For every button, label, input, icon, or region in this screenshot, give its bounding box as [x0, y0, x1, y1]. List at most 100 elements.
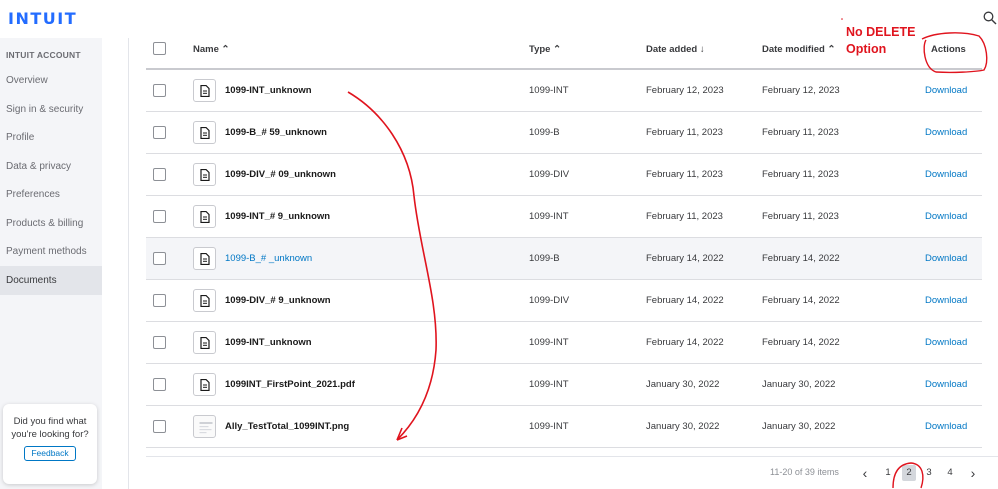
column-date-modified[interactable]: Date modified ⌃: [762, 30, 835, 70]
date-modified: January 30, 2022: [762, 379, 836, 390]
column-date-added[interactable]: Date added ↓: [646, 30, 705, 70]
table-row[interactable]: 1099-INT_# 9_unknown 1099-INT February 1…: [146, 196, 982, 238]
document-icon: [193, 205, 216, 228]
feedback-prompt: Did you find what you're looking for?: [11, 416, 89, 440]
date-modified: February 12, 2023: [762, 85, 840, 96]
document-icon: [193, 289, 216, 312]
file-type: 1099-INT: [529, 379, 569, 390]
table-row[interactable]: 1099-DIV_# 09_unknown 1099-DIV February …: [146, 154, 982, 196]
download-link[interactable]: Download: [925, 238, 967, 280]
date-added: January 30, 2022: [646, 379, 720, 390]
page-1[interactable]: 1: [884, 465, 892, 481]
date-added: February 14, 2022: [646, 295, 724, 306]
image-thumbnail-icon: [193, 415, 216, 438]
document-icon: [193, 121, 216, 144]
page-2-current[interactable]: 2: [902, 465, 916, 481]
file-type: 1099-DIV: [529, 295, 570, 306]
file-type: 1099-B: [529, 253, 560, 264]
date-modified: February 14, 2022: [762, 337, 840, 348]
table-row[interactable]: 1099-B_# 59_unknown 1099-B February 11, …: [146, 112, 982, 154]
sidebar-item-overview[interactable]: Overview: [0, 66, 102, 95]
file-name[interactable]: 1099INT_FirstPoint_2021.pdf: [225, 364, 355, 406]
file-type: 1099-INT: [529, 337, 569, 348]
table-row[interactable]: 1099INT_FirstPoint_2021.pdf 1099-INT Jan…: [146, 364, 982, 406]
sidebar-item-profile[interactable]: Profile: [0, 123, 102, 152]
table-row[interactable]: 1099-B_# _unknown 1099-B February 14, 20…: [146, 238, 982, 280]
file-type: 1099-DIV: [529, 169, 570, 180]
date-added: February 12, 2023: [646, 85, 724, 96]
document-icon: [193, 163, 216, 186]
row-checkbox[interactable]: [153, 168, 166, 181]
table-row[interactable]: 1099-INT_unknown 1099-INT February 12, 2…: [146, 70, 982, 112]
date-modified: February 14, 2022: [762, 295, 840, 306]
row-checkbox[interactable]: [153, 126, 166, 139]
date-modified: February 11, 2023: [762, 169, 839, 180]
next-page-button[interactable]: ›: [968, 465, 978, 481]
date-added: January 30, 2022: [646, 421, 720, 432]
column-actions: Actions: [931, 44, 966, 55]
row-checkbox[interactable]: [153, 336, 166, 349]
file-name[interactable]: 1099-INT_unknown: [225, 322, 312, 364]
pagination-summary: 11-20 of 39 items: [770, 467, 839, 477]
annotation-line-2: Option: [846, 42, 887, 56]
table-row[interactable]: 1099-DIV_# 9_unknown 1099-DIV February 1…: [146, 280, 982, 322]
pagination: 11-20 of 39 items ‹ 1 2 3 4 ›: [146, 456, 998, 489]
download-link[interactable]: Download: [925, 70, 967, 112]
download-link[interactable]: Download: [925, 196, 967, 238]
download-link[interactable]: Download: [925, 406, 967, 448]
row-checkbox[interactable]: [153, 252, 166, 265]
annotation-note: No DELETE Option: [846, 24, 915, 58]
file-name[interactable]: Ally_TestTotal_1099INT.png: [225, 406, 349, 448]
select-all-checkbox[interactable]: [153, 42, 166, 55]
download-link[interactable]: Download: [925, 280, 967, 322]
file-name[interactable]: 1099-B_# _unknown: [225, 238, 312, 280]
file-type: 1099-B: [529, 127, 560, 138]
document-icon: [193, 79, 216, 102]
sidebar-item-preferences[interactable]: Preferences: [0, 180, 102, 209]
row-checkbox[interactable]: [153, 210, 166, 223]
date-added: February 14, 2022: [646, 253, 724, 264]
download-link[interactable]: Download: [925, 322, 967, 364]
file-type: 1099-INT: [529, 211, 569, 222]
sidebar-item-products-billing[interactable]: Products & billing: [0, 209, 102, 238]
document-icon: [193, 247, 216, 270]
search-icon[interactable]: [983, 11, 998, 27]
documents-table: Name ⌃ Type ⌃ Date added ↓ Date modified…: [128, 38, 998, 489]
sidebar-item-documents[interactable]: Documents: [0, 266, 102, 295]
feedback-card: Did you find what you're looking for? Fe…: [3, 404, 97, 484]
column-type[interactable]: Type ⌃: [529, 30, 561, 70]
file-type: 1099-INT: [529, 85, 569, 96]
date-modified: February 14, 2022: [762, 253, 840, 264]
download-link[interactable]: Download: [925, 154, 967, 196]
row-checkbox[interactable]: [153, 378, 166, 391]
intuit-logo[interactable]: INTUIT: [8, 9, 77, 28]
row-checkbox[interactable]: [153, 84, 166, 97]
table-row[interactable]: Ally_TestTotal_1099INT.png 1099-INT Janu…: [146, 406, 982, 448]
sidebar-item-data-privacy[interactable]: Data & privacy: [0, 152, 102, 181]
file-name[interactable]: 1099-DIV_# 09_unknown: [225, 154, 336, 196]
annotation-line-1: No DELETE: [846, 25, 916, 39]
file-name[interactable]: 1099-DIV_# 9_unknown: [225, 280, 331, 322]
file-name[interactable]: 1099-INT_unknown: [225, 70, 312, 112]
date-added: February 11, 2023: [646, 127, 723, 138]
file-name[interactable]: 1099-B_# 59_unknown: [225, 112, 327, 154]
table-row[interactable]: 1099-INT_unknown 1099-INT February 14, 2…: [146, 322, 982, 364]
file-name[interactable]: 1099-INT_# 9_unknown: [225, 196, 330, 238]
row-checkbox[interactable]: [153, 294, 166, 307]
download-link[interactable]: Download: [925, 364, 967, 406]
page-4[interactable]: 4: [946, 465, 954, 481]
feedback-button[interactable]: Feedback: [24, 446, 76, 461]
sidebar-heading: INTUIT ACCOUNT: [6, 50, 81, 60]
date-added: February 11, 2023: [646, 169, 723, 180]
date-added: February 14, 2022: [646, 337, 724, 348]
document-icon: [193, 331, 216, 354]
sidebar-item-payment-methods[interactable]: Payment methods: [0, 237, 102, 266]
document-icon: [193, 373, 216, 396]
prev-page-button[interactable]: ‹: [860, 465, 870, 481]
column-name[interactable]: Name ⌃: [193, 30, 229, 70]
date-modified: January 30, 2022: [762, 421, 836, 432]
sidebar-item-sign-in-security[interactable]: Sign in & security: [0, 95, 102, 124]
row-checkbox[interactable]: [153, 420, 166, 433]
page-3[interactable]: 3: [925, 465, 933, 481]
download-link[interactable]: Download: [925, 112, 967, 154]
